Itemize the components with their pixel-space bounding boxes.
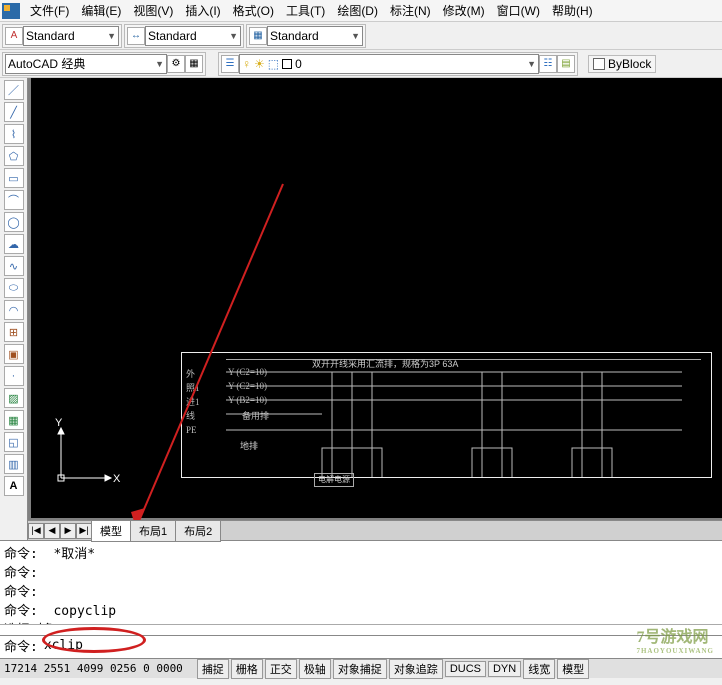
revcloud-icon[interactable]: ☁: [4, 234, 24, 254]
menu-dimension[interactable]: 标注(N): [384, 0, 437, 21]
workspace-value: AutoCAD 经典: [8, 55, 85, 72]
byblock-toggle[interactable]: ByBlock: [588, 55, 656, 73]
polyline-icon[interactable]: ⌇: [4, 124, 24, 144]
checkbox-icon: [593, 58, 605, 70]
command-area: 命令: *取消* 命令: 命令: 命令: copyclip 选择对象: 命令:: [0, 540, 722, 658]
menu-edit[interactable]: 编辑(E): [75, 0, 127, 21]
toolbar-workspace: AutoCAD 经典 ▼ ⚙ ▦ ☰ ♀ ☀ ⬚ 0 ▼ ☷ ▤ ByBlock: [0, 50, 722, 78]
drawing-canvas[interactable]: 双开开线采用汇流排，规格为3P 63A 外 Y (C2=10) 照1 Y (C2…: [31, 78, 722, 518]
point-icon[interactable]: ·: [4, 366, 24, 386]
status-grid[interactable]: 栅格: [231, 659, 263, 679]
workspace-settings-icon[interactable]: ⚙: [167, 55, 185, 73]
chevron-down-icon: ▼: [107, 31, 116, 41]
menu-bar: 文件(F) 编辑(E) 视图(V) 插入(I) 格式(O) 工具(T) 绘图(D…: [0, 0, 722, 22]
menu-help[interactable]: 帮助(H): [546, 0, 599, 21]
command-input-line: 命令:: [0, 635, 722, 655]
menu-draw[interactable]: 绘图(D): [331, 0, 384, 21]
status-dyn[interactable]: DYN: [488, 661, 521, 677]
menu-format[interactable]: 格式(O): [227, 0, 280, 21]
status-bar: 17214 2551 4099 0256 0 0000 捕捉 栅格 正交 极轴 …: [0, 658, 722, 678]
drawing-content: 双开开线采用汇流排，规格为3P 63A 外 Y (C2=10) 照1 Y (C2…: [181, 352, 712, 478]
region-icon[interactable]: ◱: [4, 432, 24, 452]
textstyle-icon[interactable]: A: [5, 27, 23, 45]
workspace-dropdown[interactable]: AutoCAD 经典 ▼: [5, 54, 167, 74]
arc-icon[interactable]: ⌒: [4, 190, 24, 210]
menu-file[interactable]: 文件(F): [24, 0, 75, 21]
rectangle-icon[interactable]: ▭: [4, 168, 24, 188]
ellipse-icon[interactable]: ⬭: [4, 278, 24, 298]
dimstyle-icon[interactable]: ↔: [127, 27, 145, 45]
status-ortho[interactable]: 正交: [265, 659, 297, 679]
ellipsearc-icon[interactable]: ◠: [4, 300, 24, 320]
layout-tabbar: |◀ ◀ ▶ ▶| 模型 布局1 布局2: [28, 520, 722, 540]
app-logo-icon: [2, 3, 20, 19]
schematic-lines: [182, 353, 711, 477]
menu-tools[interactable]: 工具(T): [280, 0, 331, 21]
status-polar[interactable]: 极轴: [299, 659, 331, 679]
dimstyle-value: Standard: [148, 29, 197, 43]
color-swatch-icon: [282, 59, 292, 69]
layer-filter-icon[interactable]: ▤: [557, 55, 575, 73]
main-area: ／ ╱ ⌇ ⬠ ▭ ⌒ ◯ ☁ ∿ ⬭ ◠ ⊞ ▣ · ▨ ▦ ◱ ▥ A 双开…: [0, 78, 722, 540]
tablestyle-value: Standard: [270, 29, 319, 43]
tab-layout1[interactable]: 布局1: [130, 520, 176, 542]
layerprops-icon[interactable]: ☰: [221, 55, 239, 73]
chevron-down-icon: ▼: [229, 31, 238, 41]
draw-toolbar: ／ ╱ ⌇ ⬠ ▭ ⌒ ◯ ☁ ∿ ⬭ ◠ ⊞ ▣ · ▨ ▦ ◱ ▥ A: [0, 78, 28, 540]
status-snap[interactable]: 捕捉: [197, 659, 229, 679]
insertblock-icon[interactable]: ⊞: [4, 322, 24, 342]
status-coords: 17214 2551 4099 0256 0 0000: [4, 662, 183, 675]
status-ducs[interactable]: DUCS: [445, 661, 486, 677]
status-otrack[interactable]: 对象追踪: [389, 659, 443, 679]
line-icon[interactable]: ／: [4, 80, 24, 100]
dimstyle-dropdown[interactable]: Standard ▼: [145, 26, 241, 46]
status-osnap[interactable]: 对象捕捉: [333, 659, 387, 679]
tab-nav-last[interactable]: ▶|: [76, 523, 92, 539]
command-input[interactable]: [44, 638, 718, 653]
command-history[interactable]: 命令: *取消* 命令: 命令: 命令: copyclip 选择对象:: [0, 541, 722, 625]
layer-name: 0: [295, 57, 302, 71]
mtext-icon[interactable]: A: [4, 476, 24, 496]
status-model[interactable]: 模型: [557, 659, 589, 679]
byblock-label: ByBlock: [608, 57, 651, 71]
command-prompt: 命令:: [4, 636, 38, 655]
layer-dropdown[interactable]: ♀ ☀ ⬚ 0 ▼: [239, 54, 539, 74]
status-lwt[interactable]: 线宽: [523, 659, 555, 679]
unlock-icon: ⬚: [268, 57, 279, 71]
menu-insert[interactable]: 插入(I): [179, 0, 226, 21]
textstyle-dropdown[interactable]: Standard ▼: [23, 26, 119, 46]
tablestyle-icon[interactable]: ▦: [249, 27, 267, 45]
workspace-save-icon[interactable]: ▦: [185, 55, 203, 73]
menu-modify[interactable]: 修改(M): [437, 0, 491, 21]
chevron-down-icon: ▼: [351, 31, 360, 41]
table-icon[interactable]: ▥: [4, 454, 24, 474]
toolbar-styles: A Standard ▼ ↔ Standard ▼ ▦ Standard ▼: [0, 22, 722, 50]
canvas-container: 双开开线采用汇流排，规格为3P 63A 外 Y (C2=10) 照1 Y (C2…: [28, 78, 722, 540]
tab-nav-prev[interactable]: ◀: [44, 523, 60, 539]
xline-icon[interactable]: ╱: [4, 102, 24, 122]
chevron-down-icon: ▼: [527, 59, 536, 69]
spline-icon[interactable]: ∿: [4, 256, 24, 276]
layer-states-icon[interactable]: ☷: [539, 55, 557, 73]
tab-layout2[interactable]: 布局2: [175, 520, 221, 542]
textstyle-value: Standard: [26, 29, 75, 43]
svg-text:X: X: [113, 473, 121, 485]
tab-model[interactable]: 模型: [91, 520, 131, 542]
tab-nav-next[interactable]: ▶: [60, 523, 76, 539]
gradient-icon[interactable]: ▦: [4, 410, 24, 430]
circle-icon[interactable]: ◯: [4, 212, 24, 232]
chevron-down-icon: ▼: [155, 59, 164, 69]
sun-icon: ☀: [254, 57, 265, 71]
tab-nav-first[interactable]: |◀: [28, 523, 44, 539]
hatch-icon[interactable]: ▨: [4, 388, 24, 408]
menu-view[interactable]: 视图(V): [127, 0, 179, 21]
bulb-on-icon: ♀: [242, 57, 251, 71]
menu-window[interactable]: 窗口(W): [491, 0, 546, 21]
svg-text:Y: Y: [55, 418, 63, 429]
polygon-icon[interactable]: ⬠: [4, 146, 24, 166]
ucs-icon: X Y: [51, 418, 121, 488]
tablestyle-dropdown[interactable]: Standard ▼: [267, 26, 363, 46]
makeblock-icon[interactable]: ▣: [4, 344, 24, 364]
